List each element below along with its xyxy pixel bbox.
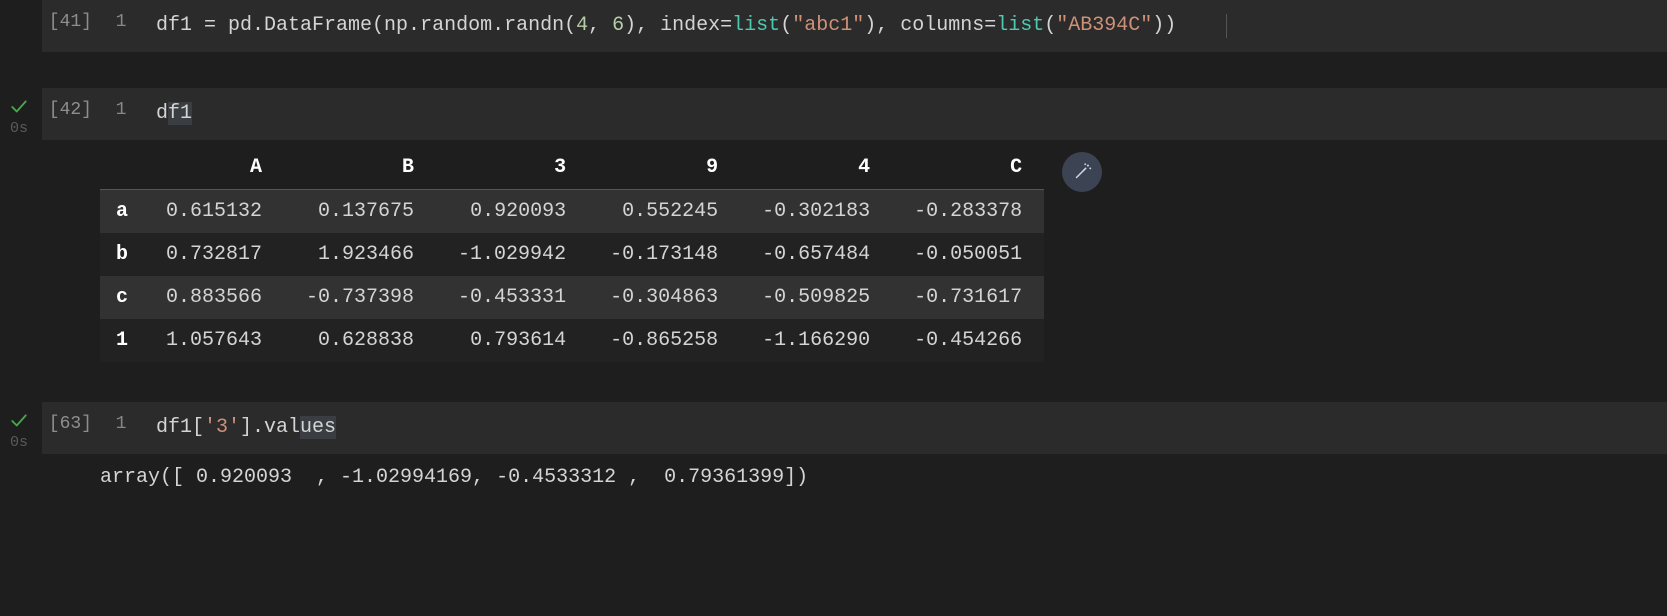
df-cell: 0.552245 (588, 190, 740, 234)
df-row-header: 1 (100, 319, 144, 362)
code-token: ].val (240, 416, 300, 439)
df-corner (100, 146, 144, 190)
code-token: ), columns= (864, 14, 996, 37)
df-col-header: A (144, 146, 284, 190)
code-token: ues (300, 416, 336, 439)
check-icon (10, 412, 28, 436)
df-cell: -0.731617 (892, 276, 1044, 319)
check-icon (10, 98, 28, 122)
code-cell: 0s [63] 1 df1['3'].values (0, 402, 1667, 454)
df-cell: -0.302183 (740, 190, 892, 234)
code-token: = (192, 14, 228, 37)
code-token: list (732, 14, 780, 37)
code-token: "AB394C" (1056, 14, 1152, 37)
code-token: ( (1044, 14, 1056, 37)
code-token: f1 (168, 102, 192, 125)
code-token: )) (1152, 14, 1176, 37)
code-editor[interactable]: df1 (138, 94, 210, 134)
code-cell: [41] 1 df1 = pd.DataFrame(np.random.rand… (0, 0, 1667, 52)
cell-gutter: 0s (0, 88, 42, 137)
df-cell: -1.029942 (436, 233, 588, 276)
code-token: 4 (576, 14, 588, 37)
df-cell: -0.283378 (892, 190, 1044, 234)
cell-main[interactable]: [41] 1 df1 = pd.DataFrame(np.random.rand… (42, 0, 1667, 52)
df-row-header: b (100, 233, 144, 276)
df-cell: 0.615132 (144, 190, 284, 234)
line-number: 1 (104, 94, 138, 120)
code-token: , (588, 14, 612, 37)
df-cell: -1.166290 (740, 319, 892, 362)
magic-wand-icon (1071, 161, 1093, 183)
code-token: pd.DataFrame(np.random.randn( (228, 14, 576, 37)
df-col-header: C (892, 146, 1044, 190)
table-row: c0.883566-0.737398-0.453331-0.304863-0.5… (100, 276, 1044, 319)
cell-output: AB394C a0.6151320.1376750.9200930.552245… (0, 146, 1667, 362)
cell-gutter (0, 0, 42, 10)
code-token: df1[ (156, 416, 204, 439)
df-cell: 0.793614 (436, 319, 588, 362)
table-row: 11.0576430.6288380.793614-0.865258-1.166… (100, 319, 1044, 362)
execution-count: [41] (42, 6, 104, 32)
df-cell: 0.920093 (436, 190, 588, 234)
code-token: 6 (612, 14, 624, 37)
execution-count: [42] (42, 94, 104, 120)
code-token: "abc1" (792, 14, 864, 37)
df-cell: 1.057643 (144, 319, 284, 362)
df-row-header: a (100, 190, 144, 234)
df-col-header: 3 (436, 146, 588, 190)
code-editor[interactable]: df1['3'].values (138, 408, 354, 448)
df-col-header: B (284, 146, 436, 190)
execution-count: [63] (42, 408, 104, 434)
df-cell: -0.657484 (740, 233, 892, 276)
magic-wand-button[interactable] (1062, 152, 1102, 192)
df-cell: -0.173148 (588, 233, 740, 276)
line-number: 1 (104, 6, 138, 32)
code-token: ( (780, 14, 792, 37)
df-cell: 0.137675 (284, 190, 436, 234)
df-col-header: 9 (588, 146, 740, 190)
line-number: 1 (104, 408, 138, 434)
df-col-header: 4 (740, 146, 892, 190)
cell-output: array([ 0.920093 , -1.02994169, -0.45333… (0, 460, 1667, 489)
code-token: list (996, 14, 1044, 37)
df-cell: -0.865258 (588, 319, 740, 362)
code-editor[interactable]: df1 = pd.DataFrame(np.random.randn(4, 6)… (138, 6, 1194, 46)
code-token: ), index= (624, 14, 732, 37)
df-cell: -0.737398 (284, 276, 436, 319)
cell-main[interactable]: [63] 1 df1['3'].values (42, 402, 1667, 454)
code-token: d (156, 102, 168, 125)
df-cell: 1.923466 (284, 233, 436, 276)
execution-time: 0s (10, 120, 28, 137)
code-cell: 0s [42] 1 df1 (0, 88, 1667, 140)
df-cell: -0.050051 (892, 233, 1044, 276)
dataframe-table: AB394C a0.6151320.1376750.9200930.552245… (100, 146, 1044, 362)
array-output: array([ 0.920093 , -1.02994169, -0.45333… (100, 460, 1667, 489)
df-cell: 0.883566 (144, 276, 284, 319)
df-cell: 0.628838 (284, 319, 436, 362)
code-token: df1 (156, 14, 192, 37)
table-row: b0.7328171.923466-1.029942-0.173148-0.65… (100, 233, 1044, 276)
code-token: '3' (204, 416, 240, 439)
df-cell: -0.453331 (436, 276, 588, 319)
cell-gutter: 0s (0, 402, 42, 451)
table-row: a0.6151320.1376750.9200930.552245-0.3021… (100, 190, 1044, 234)
df-row-header: c (100, 276, 144, 319)
df-cell: 0.732817 (144, 233, 284, 276)
df-cell: -0.509825 (740, 276, 892, 319)
df-cell: -0.304863 (588, 276, 740, 319)
df-cell: -0.454266 (892, 319, 1044, 362)
execution-time: 0s (10, 434, 28, 451)
cell-main[interactable]: [42] 1 df1 (42, 88, 1667, 140)
